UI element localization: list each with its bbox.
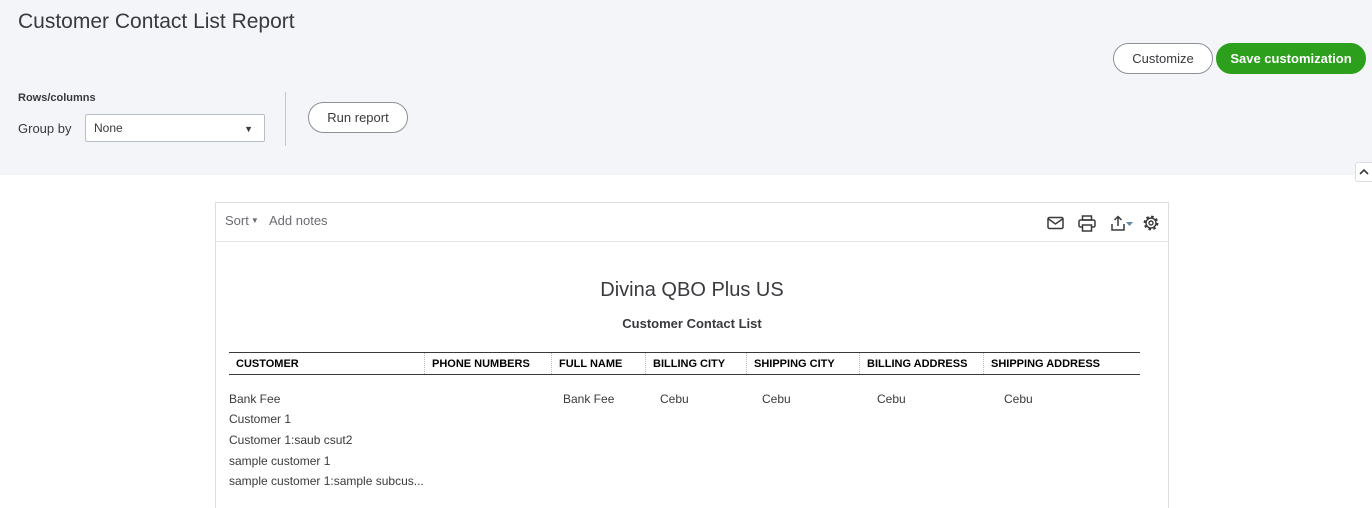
gear-icon[interactable] — [1141, 213, 1161, 233]
sort-dropdown[interactable]: Sort ▼ — [225, 213, 259, 228]
column-header-billing-city[interactable]: BILLING CITY — [645, 353, 746, 374]
table-row-customer[interactable]: Bank Fee — [229, 392, 280, 406]
column-header-shipping-city[interactable]: SHIPPING CITY — [746, 353, 859, 374]
save-customization-button[interactable]: Save customization — [1216, 43, 1366, 74]
table-row-customer[interactable]: Customer 1 — [229, 412, 291, 426]
page-title: Customer Contact List Report — [18, 10, 295, 33]
table-cell-full-name: Bank Fee — [563, 392, 615, 406]
group-by-value: None — [94, 121, 123, 135]
report-toolbar: Sort ▼ Add notes — [216, 203, 1168, 242]
report-name: Customer Contact List — [622, 316, 762, 331]
column-header-phone-numbers[interactable]: PHONE NUMBERS — [424, 353, 551, 374]
customize-button[interactable]: Customize — [1113, 43, 1213, 74]
report-panel: Sort ▼ Add notes Divina QBO Plus US Cust… — [215, 202, 1169, 508]
group-by-select[interactable]: None ▼ — [85, 114, 265, 142]
caret-down-icon: ▼ — [250, 216, 259, 225]
table-row-customer[interactable]: sample customer 1:sample subcus... — [229, 474, 424, 488]
table-cell-billing-address: Cebu — [877, 392, 906, 406]
table-header: CUSTOMER PHONE NUMBERS FULL NAME BILLING… — [229, 352, 1140, 375]
company-name: Divina QBO Plus US — [600, 279, 784, 301]
column-header-billing-address[interactable]: BILLING ADDRESS — [859, 353, 983, 374]
table-row-customer[interactable]: Customer 1:saub csut2 — [229, 433, 352, 447]
collapse-header-button[interactable] — [1355, 162, 1372, 182]
table-cell-billing-city: Cebu — [660, 392, 689, 406]
export-icon[interactable] — [1109, 213, 1135, 233]
column-header-shipping-address[interactable]: SHIPPING ADDRESS — [983, 353, 1140, 374]
run-report-button[interactable]: Run report — [308, 102, 408, 133]
add-notes-link[interactable]: Add notes — [269, 213, 328, 228]
column-header-customer[interactable]: CUSTOMER — [229, 353, 424, 374]
column-header-full-name[interactable]: FULL NAME — [551, 353, 645, 374]
print-icon[interactable] — [1077, 213, 1097, 233]
table-cell-shipping-address: Cebu — [1004, 392, 1033, 406]
table-row-customer[interactable]: sample customer 1 — [229, 454, 330, 468]
group-by-label: Group by — [18, 121, 72, 136]
rows-columns-label: Rows/columns — [18, 92, 96, 104]
table-cell-shipping-city: Cebu — [762, 392, 791, 406]
report-header-area: Customer Contact List Report Customize S… — [0, 0, 1372, 175]
sort-label: Sort — [225, 213, 249, 228]
chevron-down-icon: ▼ — [244, 124, 253, 134]
mail-icon[interactable] — [1045, 213, 1065, 233]
chevron-up-icon — [1359, 168, 1369, 175]
filter-divider — [285, 92, 286, 146]
